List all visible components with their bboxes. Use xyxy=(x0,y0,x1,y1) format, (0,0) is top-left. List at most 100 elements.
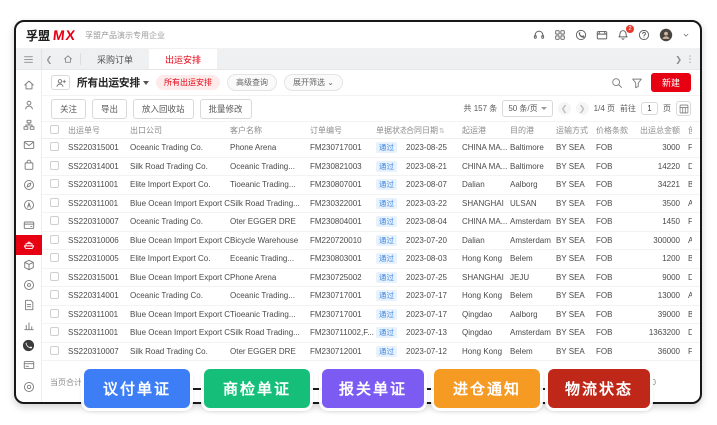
status-badge: 通过 xyxy=(376,216,397,227)
table-row[interactable]: SS220310006 Blue Ocean Import Export Co.… xyxy=(42,232,700,251)
row-checkbox[interactable] xyxy=(50,161,59,170)
cell-customer: Tioeanic Trading... xyxy=(230,180,310,189)
cell-departure-port: SHANGHAI xyxy=(462,199,510,208)
phone-contact-icon[interactable] xyxy=(575,29,587,41)
cell-transport: BY SEA xyxy=(556,328,596,337)
sidebar-box-icon[interactable] xyxy=(16,255,42,275)
sidebar-disc-icon[interactable] xyxy=(16,275,42,295)
cell-departure-port: Hong Kong xyxy=(462,254,510,263)
sidebar-compass-icon[interactable] xyxy=(16,175,42,195)
user-avatar[interactable] xyxy=(659,28,673,42)
row-checkbox[interactable] xyxy=(50,198,59,207)
sidebar-settings-icon[interactable] xyxy=(16,377,42,397)
row-checkbox[interactable] xyxy=(50,309,59,318)
table-row[interactable]: SS220311001 Blue Ocean Import Export Co.… xyxy=(42,195,700,214)
sidebar-service-phone-icon[interactable] xyxy=(16,335,42,355)
status-badge: 通过 xyxy=(376,198,397,209)
sidebar-org-structure-icon[interactable] xyxy=(16,115,42,135)
view-title-dropdown[interactable]: 所有出运安排 xyxy=(77,75,149,90)
cell-ship-no: SS220310007 xyxy=(68,217,130,226)
cell-export-company: Silk Road Trading Co. xyxy=(130,162,230,171)
table-body: SS220315001 Oceanic Trading Co. Phone Ar… xyxy=(42,139,700,361)
table-row[interactable]: SS220314001 Oceanic Trading Co. Oceanic … xyxy=(42,287,700,306)
goto-page-input[interactable] xyxy=(641,102,658,115)
owner-filter-button[interactable] xyxy=(51,75,70,90)
sidebar-home-icon[interactable] xyxy=(16,75,42,95)
row-checkbox[interactable] xyxy=(50,235,59,244)
row-checkbox[interactable] xyxy=(50,290,59,299)
new-button[interactable]: 新建 xyxy=(651,73,691,92)
column-settings-icon[interactable] xyxy=(676,101,691,116)
avatar-chevron-down-icon[interactable] xyxy=(682,31,690,39)
filter-chip-expand-filters[interactable]: 展开筛选 ⌄ xyxy=(284,74,343,91)
overlay-logistics-status-button[interactable]: 物流状态 xyxy=(548,369,650,408)
overlay-negotiation-docs-button[interactable]: 议付单证 xyxy=(84,369,190,408)
overlay-inspection-docs-button[interactable]: 商检单证 xyxy=(204,369,310,408)
table-row[interactable]: SS220311001 Elite Import Export Co. Tioe… xyxy=(42,176,700,195)
sidebar-wallet-icon[interactable] xyxy=(16,215,42,235)
export-button[interactable]: 导出 xyxy=(92,99,127,119)
cell-creator: Aries xyxy=(680,199,692,208)
cell-customer: Eceanic Trading... xyxy=(230,254,310,263)
row-checkbox[interactable] xyxy=(50,327,59,336)
filter-funnel-icon[interactable] xyxy=(631,77,643,89)
sidebar-document-icon[interactable] xyxy=(16,295,42,315)
collapse-menu-icon[interactable] xyxy=(16,49,42,69)
tab-shipping-arrangement[interactable]: 出运安排 xyxy=(149,49,217,69)
follow-button[interactable]: 关注 xyxy=(51,99,86,119)
page-size-select[interactable]: 50 条/页 xyxy=(502,100,552,117)
row-checkbox[interactable] xyxy=(50,253,59,262)
col-contract-date-sortable[interactable]: 合同日期⇅ xyxy=(406,125,462,136)
cell-export-company: Oceanic Trading Co. xyxy=(130,217,230,226)
tab-scroll-left-icon[interactable]: ❮ xyxy=(42,49,56,69)
cell-order-no: FM230322001 xyxy=(310,199,376,208)
sidebar-chart-icon[interactable] xyxy=(16,315,42,335)
storage-drive-icon[interactable] xyxy=(596,29,608,41)
home-tab[interactable] xyxy=(56,49,80,69)
row-checkbox[interactable] xyxy=(50,272,59,281)
table-row[interactable]: SS220315001 Oceanic Trading Co. Phone Ar… xyxy=(42,139,700,158)
recycle-bin-button[interactable]: 放入回收站 xyxy=(133,99,194,119)
filter-chip-advanced-query[interactable]: 高级查询 xyxy=(227,74,277,91)
table-row[interactable]: SS220310007 Oceanic Trading Co. Oter EGG… xyxy=(42,213,700,232)
sidebar-mail-icon[interactable] xyxy=(16,135,42,155)
cell-departure-port: Dalian xyxy=(462,180,510,189)
table-row[interactable]: SS220314001 Silk Road Trading Co. Oceani… xyxy=(42,158,700,177)
tab-purchase-orders[interactable]: 采购订单 xyxy=(81,49,149,69)
help-icon[interactable] xyxy=(638,29,650,41)
cell-contract-date: 2023-07-17 xyxy=(406,291,462,300)
apps-grid-icon[interactable] xyxy=(554,29,566,41)
row-checkbox[interactable] xyxy=(50,346,59,355)
sidebar-shipping-icon-active[interactable] xyxy=(16,235,42,255)
sidebar-card-icon[interactable] xyxy=(16,355,42,375)
sidebar-products-bag-icon[interactable] xyxy=(16,155,42,175)
col-order-no: 订单编号 xyxy=(310,125,376,136)
select-all-checkbox[interactable] xyxy=(50,125,59,134)
notification-bell-icon[interactable]: 2 xyxy=(617,29,629,41)
table-row[interactable]: SS220311001 Blue Ocean Import Export Co.… xyxy=(42,306,700,325)
row-checkbox[interactable] xyxy=(50,216,59,225)
batch-edit-button[interactable]: 批量修改 xyxy=(200,99,252,119)
company-name: 孚盟产品演示专用企业 xyxy=(85,30,165,41)
headset-support-icon[interactable] xyxy=(533,29,545,41)
cell-export-company: Oceanic Trading Co. xyxy=(130,291,230,300)
row-checkbox[interactable] xyxy=(50,142,59,151)
next-page-button[interactable]: ❯ xyxy=(576,102,589,115)
overlay-customs-docs-button[interactable]: 报关单证 xyxy=(322,369,424,408)
table-row[interactable]: SS220315001 Blue Ocean Import Export Co.… xyxy=(42,269,700,288)
overlay-warehouse-notice-button[interactable]: 进仓通知 xyxy=(434,369,540,408)
search-icon[interactable] xyxy=(611,77,623,89)
row-checkbox[interactable] xyxy=(50,179,59,188)
tab-more-icon[interactable]: ⋮ xyxy=(684,54,696,65)
table-header: 出运单号 出口公司 客户名称 订单编号 单据状态 合同日期⇅ 起运港 目的港 运… xyxy=(42,121,700,139)
filter-chip-all-shipments[interactable]: 所有出运安排 xyxy=(156,75,220,90)
cell-order-no: FM230725002 xyxy=(310,273,376,282)
sidebar-contacts-icon[interactable] xyxy=(16,95,42,115)
tab-scroll-right-icon[interactable]: ❯ xyxy=(675,55,682,64)
sidebar-marker-icon[interactable] xyxy=(16,195,42,215)
table-row[interactable]: SS220310005 Elite Import Export Co. Ecea… xyxy=(42,250,700,269)
cell-transport: BY SEA xyxy=(556,199,596,208)
prev-page-button[interactable]: ❮ xyxy=(558,102,571,115)
table-row[interactable]: SS220311001 Blue Ocean Import Export Co.… xyxy=(42,324,700,343)
table-row[interactable]: SS220310007 Silk Road Trading Co. Oter E… xyxy=(42,343,700,362)
